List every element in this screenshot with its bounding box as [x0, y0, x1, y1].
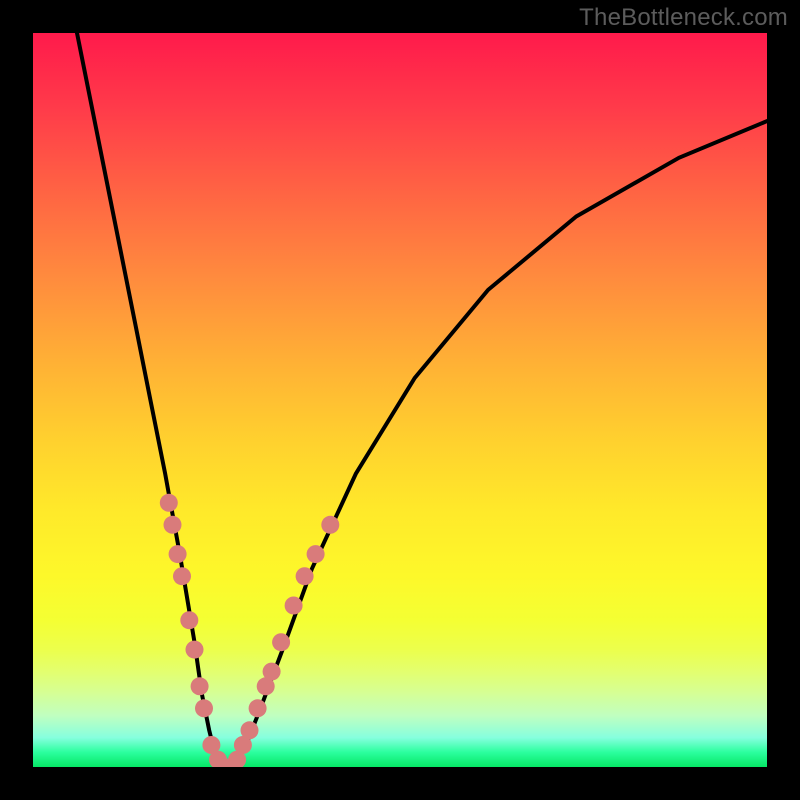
plot-area: [33, 33, 767, 767]
chart-frame: TheBottleneck.com: [0, 0, 800, 800]
data-marker: [263, 663, 281, 681]
chart-svg: [33, 33, 767, 767]
data-marker: [195, 699, 213, 717]
data-marker: [249, 699, 267, 717]
data-marker: [272, 633, 290, 651]
data-marker: [296, 567, 314, 585]
data-marker: [307, 545, 325, 563]
curve-line: [77, 33, 767, 767]
data-marker: [241, 721, 259, 739]
data-marker: [160, 494, 178, 512]
data-marker: [180, 611, 198, 629]
watermark-text: TheBottleneck.com: [579, 4, 788, 32]
data-marker: [285, 597, 303, 615]
data-marker: [186, 641, 204, 659]
data-marker: [321, 516, 339, 534]
data-marker: [164, 516, 182, 534]
bottleneck-curve: [77, 33, 767, 767]
data-marker: [191, 677, 209, 695]
data-marker: [169, 545, 187, 563]
marker-group: [160, 494, 339, 767]
data-marker: [173, 567, 191, 585]
